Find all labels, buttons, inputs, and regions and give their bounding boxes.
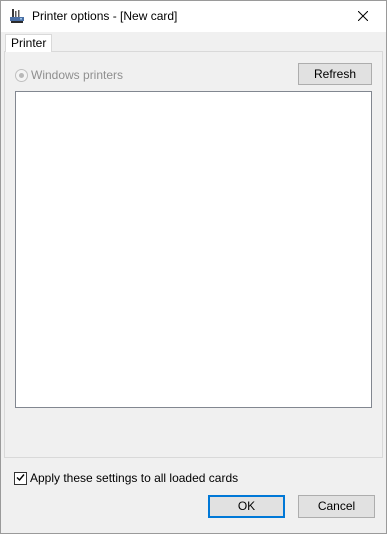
- cancel-button-label: Cancel: [317, 499, 356, 513]
- refresh-button[interactable]: Refresh: [298, 63, 372, 85]
- ok-button[interactable]: OK: [208, 495, 285, 518]
- window-title: Printer options - [New card]: [32, 9, 178, 23]
- refresh-button-label: Refresh: [313, 67, 357, 81]
- printer-icon: [9, 8, 25, 24]
- ok-button-label: OK: [237, 499, 256, 513]
- tab-printer-label: Printer: [11, 36, 47, 50]
- windows-printers-radio[interactable]: Windows printers: [15, 67, 123, 83]
- cancel-button[interactable]: Cancel: [298, 495, 375, 518]
- close-button[interactable]: [340, 1, 386, 32]
- title-bar[interactable]: Printer options - [New card]: [1, 1, 386, 32]
- printer-list[interactable]: [15, 91, 372, 408]
- close-icon: [357, 10, 369, 24]
- checkmark-icon: [16, 471, 25, 485]
- apply-all-label: Apply these settings to all loaded cards: [30, 471, 239, 485]
- tab-printer[interactable]: Printer: [5, 34, 53, 52]
- printer-options-dialog: Printer options - [New card] Printer Win…: [0, 0, 387, 534]
- windows-printers-label: Windows printers: [31, 68, 124, 82]
- apply-all-checkbox[interactable]: [14, 471, 27, 485]
- apply-all-checkbox-row[interactable]: Apply these settings to all loaded cards: [14, 470, 238, 486]
- radio-indicator[interactable]: [15, 68, 28, 82]
